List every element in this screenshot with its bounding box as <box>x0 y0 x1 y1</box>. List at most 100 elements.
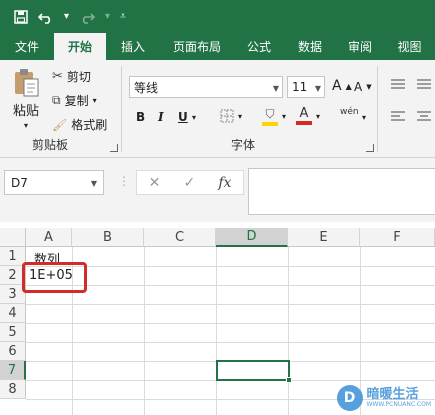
paste-icon <box>15 69 39 97</box>
name-box[interactable]: D7 ▼ <box>4 170 104 195</box>
paste-label: 粘贴 <box>12 104 39 119</box>
grow-font-icon: A <box>332 78 342 94</box>
phonetic-button[interactable]: wén <box>340 107 359 117</box>
align-center-icon <box>417 111 431 121</box>
tab-formulas[interactable]: 公式 <box>234 33 284 60</box>
copy-button[interactable]: ⧉ 复制 ▾ <box>52 92 97 109</box>
ribbon-tabs: 文件 开始 插入 页面布局 公式 数据 审阅 视图 <box>0 33 435 60</box>
italic-button[interactable]: I <box>158 110 164 124</box>
align-top-button[interactable] <box>390 78 406 90</box>
row-header-6[interactable]: 6 <box>0 342 26 361</box>
borders-icon <box>220 109 234 123</box>
format-painter-button[interactable]: 🖌 格式刷 <box>52 116 107 133</box>
name-box-splitter[interactable]: ⋮ <box>118 174 130 188</box>
font-size-value: 11 <box>292 80 308 94</box>
fill-color-dropdown-icon[interactable]: ▾ <box>282 112 286 121</box>
align-top-icon <box>391 79 405 89</box>
format-painter-label: 格式刷 <box>71 118 108 132</box>
copy-label: 复制 <box>64 94 89 108</box>
select-all-button[interactable] <box>0 228 26 247</box>
bold-button[interactable]: B <box>136 110 145 124</box>
gridline <box>216 247 217 415</box>
phonetic-icon: wén <box>340 107 359 117</box>
watermark-text: 暗暖生活 <box>366 387 419 402</box>
shrink-font-icon: A <box>354 80 363 94</box>
tab-file[interactable]: 文件 <box>0 33 54 60</box>
fill-color-button[interactable]: ⛉ ▾ <box>262 107 286 126</box>
shrink-font-button[interactable]: A ▼ <box>354 80 372 94</box>
tab-page-layout[interactable]: 页面布局 <box>160 33 234 60</box>
font-launcher-icon[interactable] <box>366 144 374 152</box>
formula-buttons: ✕ ✓ fx <box>136 170 244 195</box>
formula-input[interactable] <box>248 168 435 215</box>
customize-qat-icon[interactable]: ⩡ <box>120 11 126 22</box>
align-middle-button[interactable] <box>416 78 432 90</box>
borders-button[interactable]: ▾ <box>220 109 242 123</box>
tab-view[interactable]: 视图 <box>384 33 435 60</box>
paste-button[interactable]: 粘贴 ▾ <box>12 68 40 130</box>
font-group-title: 字体 <box>231 138 256 152</box>
align-center-button[interactable] <box>416 110 432 122</box>
row-header-5[interactable]: 5 <box>0 323 26 342</box>
column-header-b[interactable]: B <box>72 228 144 247</box>
insert-function-icon[interactable]: fx <box>218 175 231 191</box>
undo-icon[interactable] <box>38 10 54 24</box>
active-cell-d7[interactable] <box>216 360 290 381</box>
fill-handle[interactable] <box>286 377 292 383</box>
row-header-7[interactable]: 7 <box>0 361 26 380</box>
font-color-dropdown-icon[interactable]: ▾ <box>316 112 320 121</box>
underline-button[interactable]: U <box>178 110 188 124</box>
align-left-button[interactable] <box>390 110 406 122</box>
watermark-sub: WWW.PCNUANC.COM <box>366 401 431 408</box>
font-name-combo[interactable]: 等线 ▼ <box>129 76 283 98</box>
quick-access-toolbar: ▾ ▾ ⩡ <box>0 0 435 33</box>
chevron-down-icon: ▼ <box>272 84 279 93</box>
redo-dropdown-icon[interactable]: ▾ <box>105 11 110 22</box>
copy-icon: ⧉ <box>52 93 61 107</box>
tab-review[interactable]: 审阅 <box>336 33 384 60</box>
column-header-d[interactable]: D <box>216 228 288 247</box>
tab-insert[interactable]: 插入 <box>106 33 160 60</box>
borders-dropdown-icon[interactable]: ▾ <box>238 112 242 121</box>
font-name-value: 等线 <box>134 80 159 95</box>
cut-button[interactable]: ✂ 剪切 <box>52 68 91 85</box>
cut-label: 剪切 <box>66 70 91 84</box>
tab-data[interactable]: 数据 <box>284 33 336 60</box>
phonetic-dropdown-icon[interactable]: ▾ <box>362 113 366 122</box>
watermark: D 暗暖生活 WWW.PCNUANC.COM <box>336 385 431 411</box>
gridline <box>26 304 435 305</box>
column-header-f[interactable]: F <box>360 228 435 247</box>
row-header-4[interactable]: 4 <box>0 304 26 323</box>
gridline <box>26 323 435 324</box>
annotation-highlight-box <box>22 262 87 293</box>
undo-dropdown-icon[interactable]: ▾ <box>64 11 69 22</box>
group-separator <box>377 66 378 152</box>
align-left-icon <box>391 111 405 121</box>
row-header-8[interactable]: 8 <box>0 380 26 399</box>
enter-icon[interactable]: ✓ <box>183 175 195 191</box>
redo-icon[interactable] <box>79 10 96 24</box>
tab-home[interactable]: 开始 <box>54 33 106 60</box>
cancel-icon[interactable]: ✕ <box>149 175 161 191</box>
gridline <box>288 247 289 415</box>
paste-dropdown-icon[interactable]: ▾ <box>24 121 28 130</box>
worksheet-grid[interactable]: A B C D E F 1 2 3 4 5 6 7 8 数列 1E+05 D 暗… <box>0 228 435 415</box>
gridline <box>26 342 435 343</box>
grow-font-button[interactable]: A ▲ <box>332 78 352 94</box>
copy-dropdown-icon[interactable]: ▾ <box>93 96 97 105</box>
scissors-icon: ✂ <box>52 69 63 84</box>
group-separator <box>121 66 122 152</box>
column-header-e[interactable]: E <box>288 228 360 247</box>
column-header-a[interactable]: A <box>26 228 72 247</box>
save-icon[interactable] <box>14 9 28 24</box>
gridline <box>26 285 435 286</box>
clipboard-group-title: 剪贴板 <box>32 138 69 152</box>
font-size-combo[interactable]: 11 ▼ <box>287 76 325 98</box>
column-header-c[interactable]: C <box>144 228 216 247</box>
formula-bar: D7 ▼ ⋮ ✕ ✓ fx <box>0 158 435 222</box>
font-color-button[interactable]: A ▾ <box>296 107 320 125</box>
clipboard-launcher-icon[interactable] <box>110 144 118 152</box>
fill-bucket-icon: ⛉ <box>265 107 275 121</box>
ribbon: 粘贴 ▾ ✂ 剪切 ⧉ 复制 ▾ 🖌 格式刷 剪贴板 等线 ▼ 11 ▼ A ▲ … <box>0 60 435 158</box>
underline-dropdown-icon[interactable]: ▾ <box>192 113 196 122</box>
